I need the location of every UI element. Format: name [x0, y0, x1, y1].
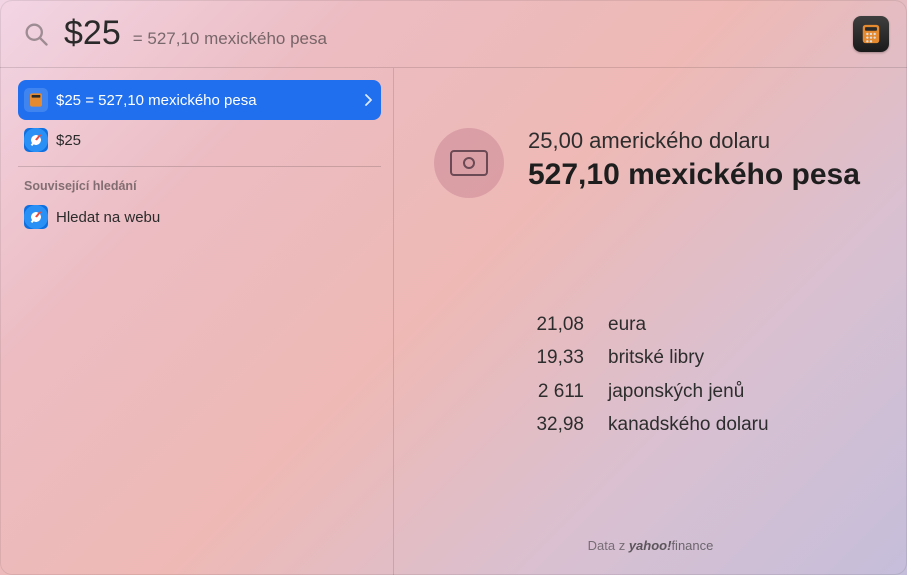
result-label: $25 = 527,10 mexického pesa [56, 92, 357, 109]
sidebar-separator [18, 166, 381, 167]
safari-icon [24, 205, 48, 229]
result-label: Hledat na webu [56, 209, 373, 226]
search-query[interactable]: $25 = 527,10 mexického pesa [64, 14, 853, 53]
chevron-right-icon [365, 94, 373, 106]
search-icon [22, 20, 50, 48]
content-body: $25 = 527,10 mexického pesa $25 Souvisej… [0, 68, 907, 575]
rate-label: britské libry [608, 341, 704, 374]
data-source: Data z yahoo!finance [394, 538, 907, 553]
detail-pane: 25,00 amerického dolaru 527,10 mexického… [394, 68, 907, 575]
rate-row: 21,08 eura [494, 308, 867, 341]
result-conversion[interactable]: $25 = 527,10 mexického pesa [18, 80, 381, 120]
calculator-app-icon[interactable] [853, 16, 889, 52]
calculator-icon [24, 88, 48, 112]
result-search-web[interactable]: Hledat na webu [18, 197, 381, 237]
search-bar[interactable]: $25 = 527,10 mexického pesa [0, 0, 907, 68]
rate-row: 32,98 kanadského dolaru [494, 408, 867, 441]
to-amount: 527,10 mexického pesa [528, 158, 860, 192]
source-prefix: Data z [588, 538, 629, 553]
search-query-result: = 527,10 mexického pesa [133, 29, 327, 49]
conversion-hero: 25,00 amerického dolaru 527,10 mexického… [434, 128, 867, 198]
spotlight-window: $25 = 527,10 mexického pesa [0, 0, 907, 575]
from-amount: 25,00 amerického dolaru [528, 128, 860, 154]
banknote-icon [434, 128, 504, 198]
rate-value: 19,33 [494, 341, 584, 374]
safari-icon [24, 128, 48, 152]
other-rates: 21,08 eura 19,33 britské libry 2 611 jap… [494, 308, 867, 441]
source-brand: yahoo! [629, 538, 672, 553]
result-label: $25 [56, 132, 373, 149]
rate-value: 2 611 [494, 375, 584, 408]
result-web-query[interactable]: $25 [18, 120, 381, 160]
rate-row: 19,33 britské libry [494, 341, 867, 374]
source-brand-sub: finance [671, 538, 713, 553]
rate-label: japonských jenů [608, 375, 744, 408]
rate-row: 2 611 japonských jenů [494, 375, 867, 408]
search-query-main: $25 [64, 14, 121, 53]
rate-label: eura [608, 308, 646, 341]
rate-label: kanadského dolaru [608, 408, 769, 441]
rate-value: 21,08 [494, 308, 584, 341]
conversion-text: 25,00 amerického dolaru 527,10 mexického… [528, 128, 860, 192]
rate-value: 32,98 [494, 408, 584, 441]
results-sidebar: $25 = 527,10 mexického pesa $25 Souvisej… [0, 68, 394, 575]
related-search-header: Související hledání [18, 171, 381, 197]
